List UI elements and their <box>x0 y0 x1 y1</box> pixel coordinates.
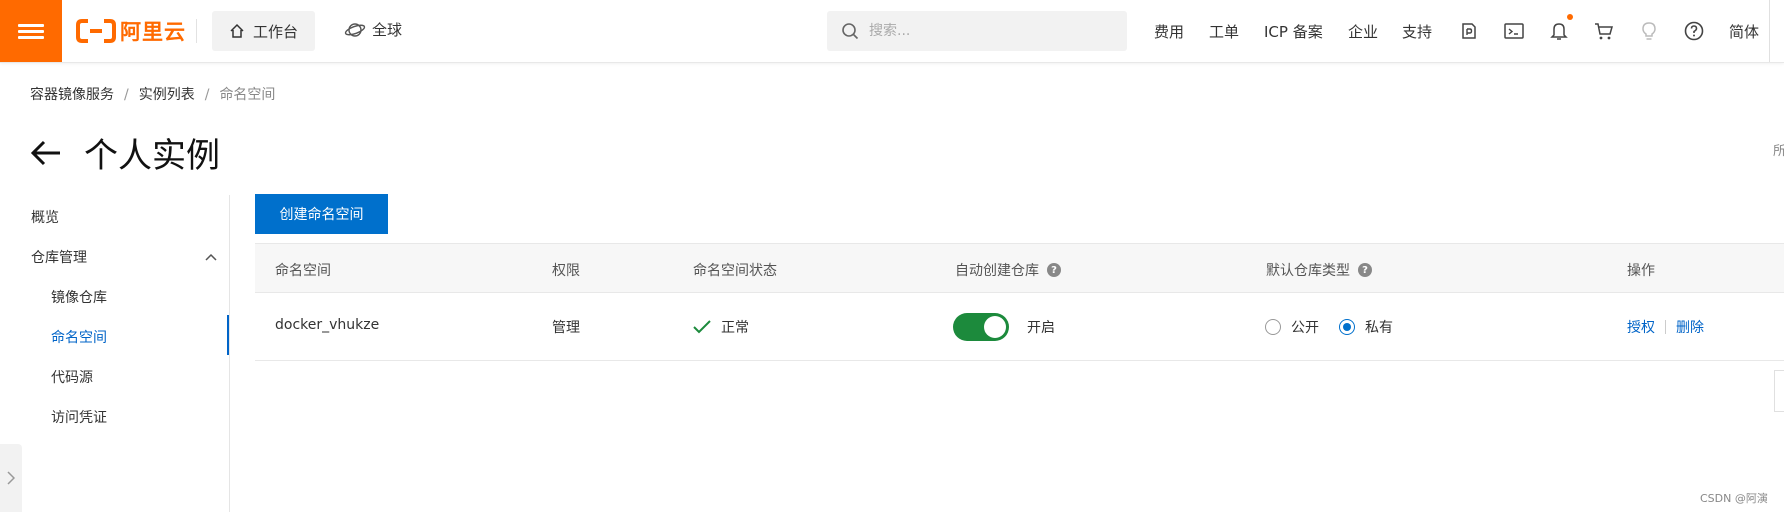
workbench-button[interactable]: 工作台 <box>212 11 315 51</box>
column-header-actions: 操作 <box>1627 263 1655 279</box>
region-label: 全球 <box>372 21 403 39</box>
search-icon <box>842 23 859 40</box>
permission-value: 管理 <box>552 320 580 336</box>
chevron-right-icon <box>7 471 15 485</box>
column-header-label: 默认仓库类型 <box>1266 263 1350 279</box>
language-switch[interactable]: 简体 <box>1729 21 1759 42</box>
repo-type-cell: 公开 私有 <box>1265 317 1393 337</box>
question-icon[interactable]: ? <box>1047 263 1061 277</box>
globe-icon <box>344 22 366 37</box>
active-indicator <box>227 315 229 355</box>
nav-link-ticket[interactable]: 工单 <box>1209 21 1239 42</box>
lightbulb-icon[interactable] <box>1637 19 1661 43</box>
region-selector[interactable]: 全球 <box>344 19 402 40</box>
radio-private[interactable] <box>1339 319 1355 335</box>
home-icon <box>230 23 244 38</box>
column-header-namespace: 命名空间 <box>275 263 331 279</box>
sidebar-item-image-repo[interactable]: 镜像仓库 <box>51 287 107 307</box>
page-header: 个人实例 <box>30 128 220 177</box>
breadcrumb-item-instances[interactable]: 实例列表 <box>139 87 195 103</box>
actions-cell: 授权 删除 <box>1627 317 1704 337</box>
auto-create-cell: 开启 <box>953 313 1055 341</box>
sidebar-item-overview[interactable]: 概览 <box>31 207 59 227</box>
sidebar-item-namespace[interactable]: 命名空间 <box>51 327 107 347</box>
sidebar: 概览 仓库管理 镜像仓库 命名空间 代码源 访问凭证 <box>0 195 230 512</box>
column-header-permission: 权限 <box>552 263 580 279</box>
table-header: 命名空间 权限 命名空间状态 自动创建仓库? 默认仓库类型? 操作 <box>255 243 1784 293</box>
toggle-label: 开启 <box>1027 320 1055 336</box>
sidebar-item-credentials[interactable]: 访问凭证 <box>51 407 107 427</box>
breadcrumb-separator: / <box>204 87 210 103</box>
breadcrumb-item-current: 命名空间 <box>219 87 276 103</box>
logo-text: 阿里云 <box>120 20 186 44</box>
notification-dot <box>1567 14 1573 20</box>
floating-panel-edge[interactable] <box>1774 370 1784 412</box>
status-text: 正常 <box>721 320 749 336</box>
column-header-label: 自动创建仓库 <box>955 263 1039 279</box>
auto-create-toggle[interactable] <box>953 313 1009 341</box>
back-arrow-icon[interactable] <box>30 139 62 167</box>
truncated-text: 所 <box>1773 144 1784 159</box>
hamburger-icon <box>18 21 44 42</box>
logo[interactable]: 阿里云 <box>76 16 186 46</box>
breadcrumb-separator: / <box>124 87 129 103</box>
app-icon[interactable] <box>1457 19 1481 43</box>
chevron-up-icon <box>205 253 217 261</box>
column-header-status: 命名空间状态 <box>693 263 777 279</box>
cart-icon[interactable] <box>1592 19 1616 43</box>
nav-link-billing[interactable]: 费用 <box>1154 21 1184 42</box>
column-header-default-type: 默认仓库类型? <box>1266 260 1372 280</box>
bell-icon[interactable] <box>1547 19 1571 43</box>
breadcrumb-item-service[interactable]: 容器镜像服务 <box>30 87 114 103</box>
aliyun-logo-icon <box>76 19 116 43</box>
radio-public[interactable] <box>1265 319 1281 335</box>
watermark: CSDN @阿演 <box>1700 492 1768 505</box>
delete-link[interactable]: 删除 <box>1676 317 1704 337</box>
namespace-table: 命名空间 权限 命名空间状态 自动创建仓库? 默认仓库类型? 操作 docker… <box>255 243 1784 361</box>
breadcrumb: 容器镜像服务 / 实例列表 / 命名空间 <box>30 84 275 104</box>
sidebar-group-repo-mgmt[interactable]: 仓库管理 <box>31 247 217 267</box>
question-icon[interactable]: ? <box>1358 263 1372 277</box>
sidebar-collapse-button[interactable] <box>0 444 22 512</box>
sidebar-group-label: 仓库管理 <box>31 250 87 266</box>
search-input[interactable] <box>867 22 1111 40</box>
top-bar: 阿里云 工作台 全球 费用 工单 ICP 备案 企业 支持 简体 <box>0 0 1784 63</box>
authorize-link[interactable]: 授权 <box>1627 317 1655 337</box>
sidebar-item-code-source[interactable]: 代码源 <box>51 367 93 387</box>
divider <box>196 19 197 43</box>
nav-link-icp[interactable]: ICP 备案 <box>1264 21 1323 42</box>
nav-link-enterprise[interactable]: 企业 <box>1348 21 1378 42</box>
column-header-auto-create: 自动创建仓库? <box>955 260 1061 280</box>
radio-public-label: 公开 <box>1291 320 1319 336</box>
table-row: docker_vhukze 管理 正常 开启 公开 私有 授权 删除 <box>255 293 1784 361</box>
page-title: 个人实例 <box>84 136 220 176</box>
nav-link-support[interactable]: 支持 <box>1402 21 1432 42</box>
divider <box>1769 0 1770 62</box>
check-icon <box>693 320 711 334</box>
terminal-icon[interactable] <box>1502 19 1526 43</box>
status-cell: 正常 <box>693 317 749 337</box>
help-icon[interactable] <box>1682 19 1706 43</box>
create-namespace-button[interactable]: 创建命名空间 <box>255 194 388 234</box>
menu-button[interactable] <box>0 0 62 62</box>
namespace-name: docker_vhukze <box>275 317 380 333</box>
link-separator <box>1665 320 1666 334</box>
workbench-label: 工作台 <box>252 22 298 41</box>
search-box[interactable] <box>827 11 1127 51</box>
radio-private-label: 私有 <box>1365 320 1393 336</box>
